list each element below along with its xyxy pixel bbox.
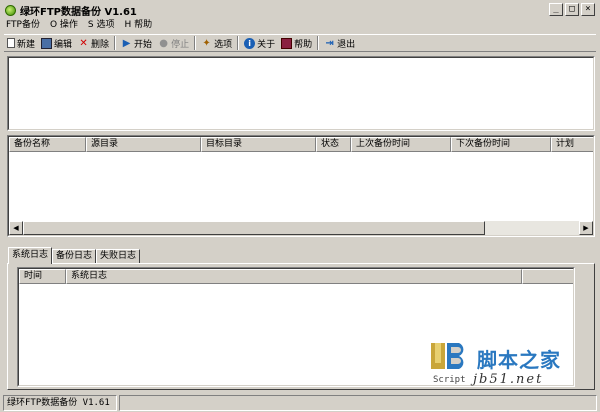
toolbar-separator xyxy=(317,36,320,50)
menu-help[interactable]: H 帮助 xyxy=(124,18,152,32)
status-text: 绿环FTP数据备份 V1.61 xyxy=(3,395,117,411)
exit-icon: ⇥ xyxy=(325,37,334,49)
app-icon xyxy=(5,4,16,16)
task-list-header: 备份名称 源目录 目标目录 状态 上次备份时间 下次备份时间 计划 xyxy=(9,137,593,152)
menu-options[interactable]: S 选项 xyxy=(88,18,115,32)
stop-label: 停止 xyxy=(171,39,190,50)
info-panel xyxy=(7,56,595,131)
window-title: 绿环FTP数据备份 V1.61 xyxy=(20,6,137,18)
about-label: 关于 xyxy=(257,39,276,50)
column-header-source[interactable]: 源目录 xyxy=(86,137,201,152)
help-book-icon xyxy=(281,37,293,49)
new-file-icon xyxy=(7,38,15,48)
info-icon: i xyxy=(244,37,256,49)
column-header-status[interactable]: 状态 xyxy=(316,137,351,152)
maximize-button[interactable]: □ xyxy=(565,3,579,16)
column-header-filler xyxy=(522,269,573,284)
watermark-url-text: jb51.net xyxy=(473,372,544,387)
toolbar-separator xyxy=(194,36,197,50)
help-label: 帮助 xyxy=(294,39,313,50)
menu-operation[interactable]: O 操作 xyxy=(50,18,78,32)
log-tabs: 系统日志 备份日志 失败日志 xyxy=(8,247,141,264)
delete-icon: ✕ xyxy=(79,37,88,49)
title-bar[interactable]: 绿环FTP数据备份 V1.61 _ □ × xyxy=(3,3,597,18)
column-header-name[interactable]: 备份名称 xyxy=(9,137,86,152)
scroll-left-button[interactable]: ◀ xyxy=(9,221,23,235)
main-window: 绿环FTP数据备份 V1.61 _ □ × FTP备份 O 操作 S 选项 H … xyxy=(0,0,600,412)
exit-label: 退出 xyxy=(337,39,356,50)
task-list-area: 备份名称 源目录 目标目录 状态 上次备份时间 下次备份时间 计划 ◀ ▶ xyxy=(8,136,594,236)
horizontal-scrollbar[interactable]: ◀ ▶ xyxy=(9,221,593,235)
toolbar-separator xyxy=(114,36,117,50)
scroll-thumb[interactable] xyxy=(23,221,485,235)
watermark-script-text: Script xyxy=(433,375,466,385)
toolbar-separator xyxy=(237,36,240,50)
toolbar: 新建 编辑 ✕ 删除 ▶ 开始 ● 停止 ✦ 选项 i 关于 帮助 ⇥ 退出 xyxy=(4,34,596,52)
status-panel-empty xyxy=(119,395,597,411)
column-header-last-time[interactable]: 上次备份时间 xyxy=(351,137,451,152)
options-button[interactable]: ✦ 选项 xyxy=(198,35,235,51)
stop-button[interactable]: ● 停止 xyxy=(155,35,192,51)
scroll-right-button[interactable]: ▶ xyxy=(579,221,593,235)
start-button[interactable]: ▶ 开始 xyxy=(118,35,155,51)
tab-backup-log[interactable]: 备份日志 xyxy=(52,249,97,264)
help-button[interactable]: 帮助 xyxy=(278,35,315,51)
menu-ftp-backup[interactable]: FTP备份 xyxy=(6,18,40,32)
edit-icon xyxy=(41,37,53,49)
edit-button[interactable]: 编辑 xyxy=(38,35,75,51)
start-label: 开始 xyxy=(134,39,153,50)
status-bar: 绿环FTP数据备份 V1.61 xyxy=(3,395,599,411)
jb-logo-icon xyxy=(431,343,464,369)
column-header-plan[interactable]: 计划 xyxy=(551,137,593,152)
log-list-header: 时间 系统日志 xyxy=(19,269,573,284)
new-label: 新建 xyxy=(17,39,36,50)
info-panel-area xyxy=(8,57,594,130)
watermark-cn-text: 脚本之家 xyxy=(477,348,561,372)
window-controls: _ □ × xyxy=(549,3,595,16)
start-icon: ▶ xyxy=(122,37,131,49)
tab-system-log[interactable]: 系统日志 xyxy=(8,247,53,264)
delete-button[interactable]: ✕ 删除 xyxy=(75,35,112,51)
column-header-target[interactable]: 目标目录 xyxy=(201,137,316,152)
new-button[interactable]: 新建 xyxy=(4,35,38,51)
column-header-time[interactable]: 时间 xyxy=(19,269,66,284)
minimize-button[interactable]: _ xyxy=(549,3,563,16)
watermark: 脚本之家 Script jb51.net xyxy=(429,341,589,389)
close-button[interactable]: × xyxy=(581,3,595,16)
stop-icon: ● xyxy=(159,37,168,49)
tab-failure-log[interactable]: 失败日志 xyxy=(96,249,141,264)
delete-label: 删除 xyxy=(91,39,110,50)
column-header-system-log[interactable]: 系统日志 xyxy=(66,269,522,284)
column-header-next-time[interactable]: 下次备份时间 xyxy=(451,137,551,152)
task-list[interactable]: 备份名称 源目录 目标目录 状态 上次备份时间 下次备份时间 计划 ◀ ▶ xyxy=(7,135,595,237)
about-button[interactable]: i 关于 xyxy=(241,35,278,51)
exit-button[interactable]: ⇥ 退出 xyxy=(321,35,358,51)
menu-bar: FTP备份 O 操作 S 选项 H 帮助 xyxy=(4,18,152,32)
options-label: 选项 xyxy=(214,39,233,50)
options-icon: ✦ xyxy=(202,37,211,49)
edit-label: 编辑 xyxy=(54,39,73,50)
